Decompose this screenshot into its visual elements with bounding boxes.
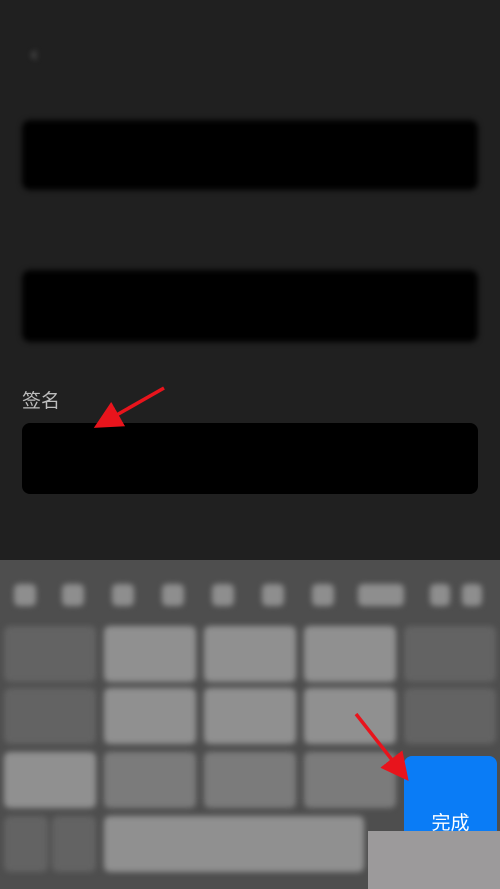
keyboard-key[interactable] [4, 688, 96, 744]
keyboard-candidate[interactable] [462, 584, 482, 606]
keyboard-key[interactable] [304, 752, 396, 808]
keyboard-key[interactable] [304, 626, 396, 682]
keyboard-candidate[interactable] [430, 584, 450, 606]
globe-icon[interactable] [4, 816, 48, 872]
keyboard-key[interactable] [104, 752, 196, 808]
keyboard-key[interactable] [304, 688, 396, 744]
keyboard-candidate[interactable] [162, 584, 184, 606]
back-icon[interactable]: ‹ [30, 42, 52, 66]
space-key[interactable] [104, 816, 364, 872]
signature-label: 签名 [22, 390, 61, 412]
keyboard-key[interactable] [204, 688, 296, 744]
keyboard-candidate[interactable] [14, 584, 36, 606]
keyboard-key[interactable] [204, 752, 296, 808]
keyboard-candidate[interactable] [358, 584, 404, 606]
signature-input[interactable] [22, 423, 478, 494]
keyboard-key[interactable] [104, 626, 196, 682]
nickname-field[interactable] [22, 120, 478, 190]
keyboard-key[interactable] [404, 688, 496, 744]
microphone-icon[interactable] [52, 816, 96, 872]
keyboard-candidate[interactable] [62, 584, 84, 606]
keyboard-key[interactable] [104, 688, 196, 744]
keyboard-candidate[interactable] [262, 584, 284, 606]
keyboard-candidate[interactable] [212, 584, 234, 606]
birthday-field[interactable] [22, 270, 478, 342]
keyboard-candidate[interactable] [312, 584, 334, 606]
keyboard-key[interactable] [404, 626, 496, 682]
keyboard-key[interactable] [204, 626, 296, 682]
keyboard-key[interactable] [4, 626, 96, 682]
screen-corner-patch [368, 831, 500, 889]
profile-edit-screen: ‹ 签名 [0, 0, 500, 560]
keyboard-candidate[interactable] [112, 584, 134, 606]
done-button-label: 完成 [431, 811, 470, 834]
keyboard-key[interactable] [4, 752, 96, 808]
